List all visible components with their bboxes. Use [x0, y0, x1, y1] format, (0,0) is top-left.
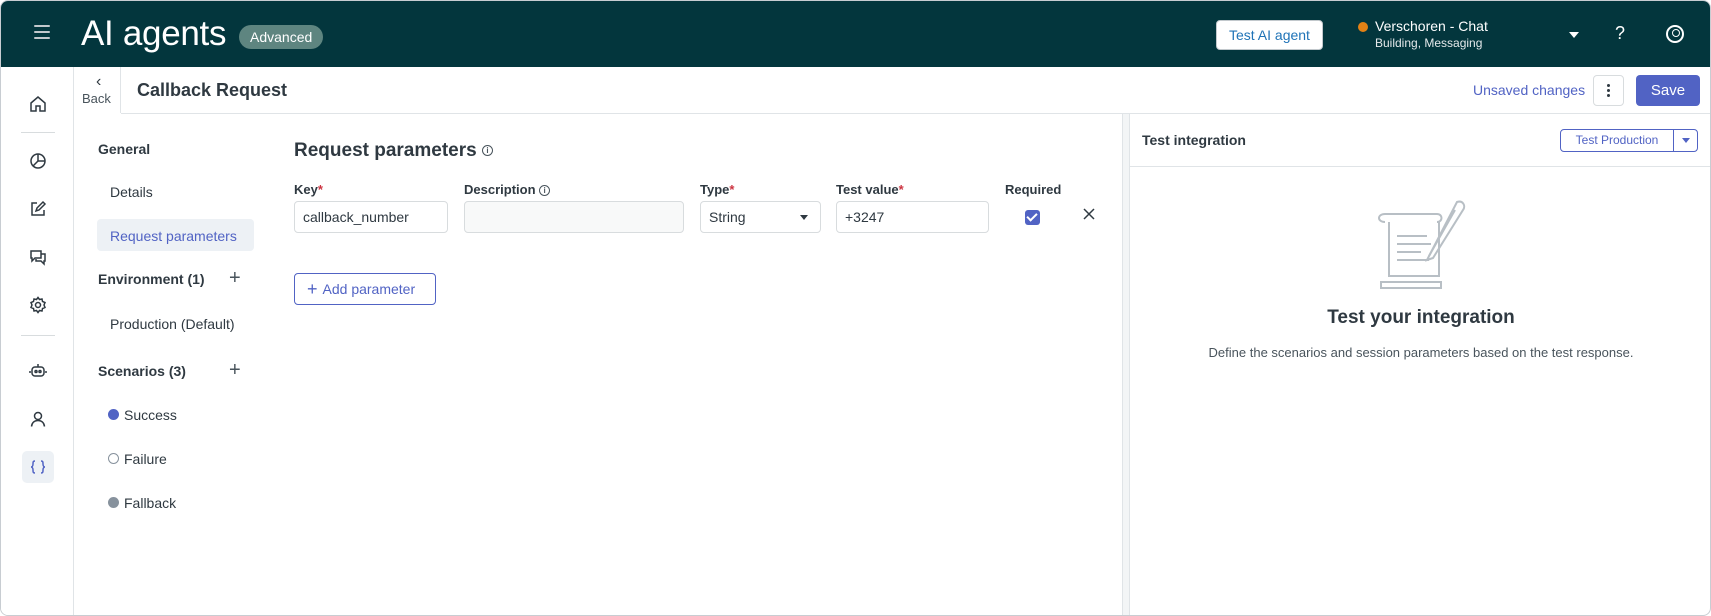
bot-icon[interactable] — [22, 355, 54, 387]
add-parameter-label: Add parameter — [322, 281, 416, 297]
account-caret-icon[interactable] — [1569, 32, 1579, 38]
nav-heading-scenarios: Scenarios (3) — [98, 363, 186, 379]
rail-divider — [21, 335, 55, 336]
left-rail — [1, 67, 74, 615]
more-options-icon[interactable] — [1593, 75, 1624, 106]
key-input[interactable] — [294, 201, 448, 233]
add-scenario-icon[interactable]: + — [229, 360, 241, 380]
profile-icon[interactable] — [1666, 25, 1684, 43]
test-panel-title: Test integration — [1142, 132, 1246, 148]
required-marker: * — [898, 182, 904, 197]
test-ai-agent-button[interactable]: Test AI agent — [1216, 20, 1323, 50]
settings-icon[interactable] — [22, 289, 54, 321]
required-marker: * — [317, 182, 323, 197]
save-button[interactable]: Save — [1636, 75, 1700, 106]
required-marker: * — [729, 182, 735, 197]
empty-state-description: Define the scenarios and session paramet… — [1208, 345, 1634, 360]
help-icon[interactable]: ? — [1615, 23, 1625, 44]
menu-icon[interactable] — [34, 25, 50, 39]
edit-icon[interactable] — [22, 193, 54, 225]
integrations-icon[interactable] — [22, 451, 54, 483]
column-test-value-label: Test value* — [836, 182, 904, 197]
home-icon[interactable] — [22, 88, 54, 120]
test-environment-caret-icon[interactable] — [1673, 129, 1698, 152]
column-description-text: Description — [464, 182, 536, 197]
chevron-left-icon[interactable]: ‹ — [96, 73, 101, 91]
nav-heading-environment: Environment (1) — [98, 271, 205, 287]
column-required-label: Required — [1005, 182, 1062, 197]
remove-parameter-icon[interactable] — [1080, 205, 1098, 223]
empty-state-title: Test your integration — [1327, 307, 1515, 328]
info-icon[interactable]: i — [481, 145, 493, 157]
nav-item-details[interactable]: Details — [110, 184, 153, 200]
section-title: Request parameters i — [294, 140, 493, 162]
required-checkbox[interactable] — [1025, 210, 1040, 225]
description-textarea[interactable] — [464, 201, 684, 233]
account-name[interactable]: Verschoren - Chat — [1375, 18, 1488, 34]
panel-resize-handle[interactable] — [1122, 114, 1130, 615]
column-type-label: Type* — [700, 182, 734, 197]
nav-item-scenario-failure[interactable]: Failure — [124, 451, 167, 467]
test-value-input[interactable] — [836, 201, 989, 233]
scenario-failure-dot-icon — [108, 453, 119, 464]
nav-heading-general: General — [98, 141, 151, 157]
plus-icon: + — [307, 279, 318, 299]
test-production-button[interactable]: Test Production — [1560, 129, 1674, 152]
app-window: AI agents Advanced Test AI agent Verscho… — [0, 0, 1711, 616]
conversations-icon[interactable] — [22, 241, 54, 273]
type-select[interactable]: String — [700, 201, 821, 233]
unsaved-changes-label: Unsaved changes — [1473, 82, 1586, 98]
column-test-value-text: Test value — [836, 182, 899, 197]
status-dot-icon — [1358, 22, 1368, 32]
add-environment-icon[interactable]: + — [229, 268, 241, 288]
nav-item-scenario-success[interactable]: Success — [124, 407, 177, 423]
column-key-text: Key — [294, 182, 318, 197]
app-title: AI agents — [81, 14, 227, 53]
column-description-label: Description i — [464, 182, 551, 197]
scenario-success-dot-icon — [108, 409, 119, 420]
account-subtitle: Building, Messaging — [1375, 36, 1483, 50]
nav-item-scenario-fallback[interactable]: Fallback — [124, 495, 176, 511]
section-title-text: Request parameters — [294, 140, 477, 161]
info-icon[interactable]: i — [539, 185, 551, 197]
top-bar: AI agents Advanced Test AI agent Verscho… — [1, 1, 1710, 67]
column-key-label: Key* — [294, 182, 323, 197]
rail-divider — [21, 132, 55, 133]
scenario-fallback-dot-icon — [108, 497, 119, 508]
plan-badge: Advanced — [239, 25, 324, 49]
page-title: Callback Request — [137, 80, 288, 100]
type-select-value: String — [709, 209, 746, 225]
document-quill-illustration-icon — [1378, 200, 1466, 289]
column-type-text: Type — [700, 182, 730, 197]
back-label[interactable]: Back — [82, 91, 111, 106]
nav-item-production[interactable]: Production (Default) — [110, 316, 235, 332]
header-divider — [121, 113, 1710, 114]
user-icon[interactable] — [22, 403, 54, 435]
add-parameter-button[interactable]: + Add parameter — [294, 273, 436, 305]
panel-divider — [1130, 166, 1710, 167]
nav-item-request-parameters-label[interactable]: Request parameters — [110, 228, 237, 244]
chevron-down-icon — [800, 215, 808, 220]
analytics-icon[interactable] — [22, 145, 54, 177]
